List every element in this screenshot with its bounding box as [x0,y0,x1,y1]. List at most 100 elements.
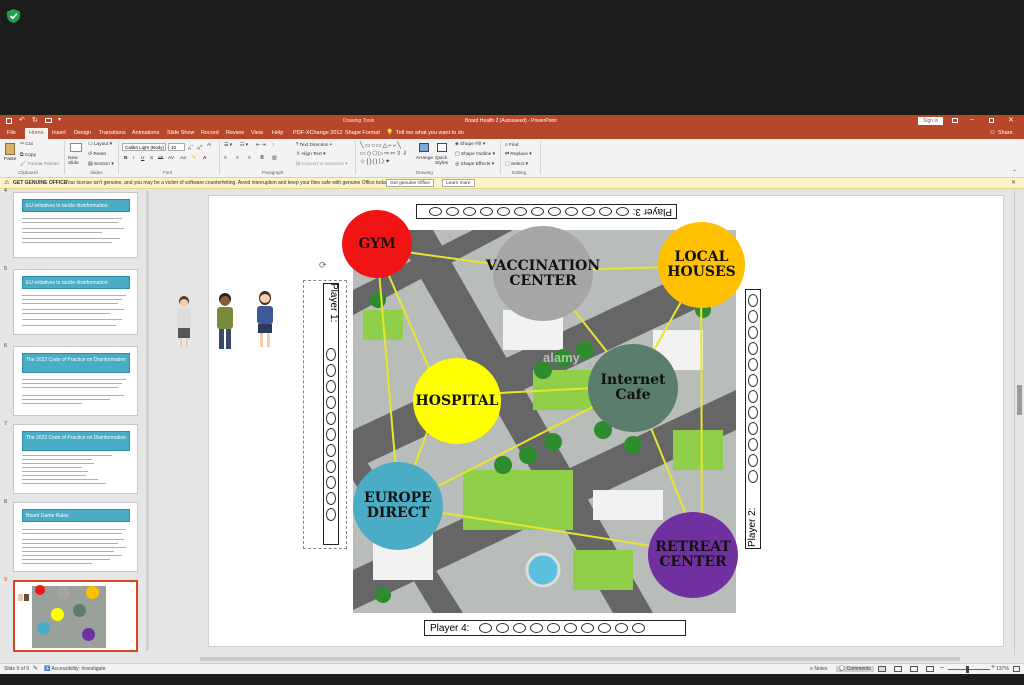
zoom-level[interactable]: 137% [996,666,1009,672]
comments-button[interactable]: 💬 Comments [836,666,874,672]
slide-sorter-icon[interactable] [894,666,902,672]
shadow-icon[interactable]: S [150,156,153,161]
highlight-icon[interactable]: ✎ [192,156,196,161]
align-text-button[interactable]: ⇳ Align Text ▾ [296,152,326,157]
tab-animations[interactable]: Animations [132,130,159,136]
tab-design[interactable]: Design [74,130,91,136]
new-slide-button[interactable]: New Slide [68,156,84,167]
font-size-select[interactable]: 10 [168,143,185,151]
tab-shape-format[interactable]: Shape Format [345,130,380,136]
paste-button[interactable]: Paste [4,157,16,162]
thumb-scrollbar[interactable] [146,191,149,651]
select-button[interactable]: ⬚ Select ▾ [505,162,528,167]
tab-help[interactable]: Help [272,130,283,136]
italic-icon[interactable]: I [133,156,134,161]
new-slide-icon[interactable] [70,143,82,152]
normal-view-icon[interactable] [878,666,886,672]
justify-icon[interactable]: ≣ [260,156,264,161]
numbering-icon[interactable]: ☷ ▾ [240,143,248,148]
player-1-track[interactable]: Player 1: [323,283,339,545]
player-4-track[interactable]: Player 4: [424,620,686,636]
layout-button[interactable]: ▭ Layout ▾ [88,142,112,147]
player-3-track[interactable]: Player 3: [416,204,677,219]
underline-icon[interactable]: U [141,156,144,161]
redo-icon[interactable]: ↻ [32,116,38,124]
quick-styles-button[interactable]: Quick Styles [435,156,451,167]
player-2-track[interactable]: Player 2: [745,289,761,549]
thumbnail-slide-7[interactable]: The 2022 Code of Practice on Disinformat… [13,424,138,494]
arrange-button[interactable]: Arrange [416,156,433,161]
tab-file[interactable]: File [7,130,16,136]
shape-outline-button[interactable]: ▢ Shape Outline ▾ [455,152,495,157]
shape-fill-button[interactable]: ◈ Shape Fill ▾ [455,142,485,147]
qat-more-icon[interactable]: ▾ [58,116,61,123]
clipboard-paste-icon[interactable] [5,143,15,155]
smartart-button[interactable]: ⊞ Convert to SmartArt ▾ [296,162,348,167]
quick-styles-icon[interactable] [437,143,447,152]
align-right-icon[interactable]: ≡ [248,156,251,161]
tab-review[interactable]: Review [226,130,244,136]
gym-node[interactable]: GYM [342,210,412,278]
tab-transitions[interactable]: Transitions [99,130,126,136]
reset-button[interactable]: ↺ Reset [88,152,106,157]
find-button[interactable]: ⌕ Find [505,142,518,148]
thumbnail-slide-4[interactable]: EU initiatives to tackle disinformation: [13,192,138,258]
tell-me-search[interactable]: Tell me what you want to do [396,130,464,136]
accessibility-status[interactable]: ♿ Accessibility: Investigate [44,666,106,672]
font-shrink-icon[interactable]: Av [197,143,202,152]
line-spacing-icon[interactable]: ↕ [272,143,274,148]
thumbnail-slide-9-selected[interactable] [13,580,138,652]
tab-view[interactable]: View [251,130,263,136]
spellcheck-icon[interactable]: ✎ [33,665,38,672]
align-center-icon[interactable]: ≡ [236,156,239,161]
bold-icon[interactable]: B [124,156,127,161]
internet-cafe-node[interactable]: Internet Cafe [588,344,678,432]
format-painter-button[interactable]: 🖌 Format Painter [20,162,59,167]
shapes-gallery[interactable]: ╲▭○▭△⌐⌐╲ ▭◇⬠▷⇨⇦⇧⇩ ☆{}()⟨⟩✦ [360,142,412,168]
share-icon[interactable]: ⚇ [990,130,995,136]
zoom-out-icon[interactable]: – [940,664,944,671]
europe-direct-node[interactable]: EUROPE DIRECT [353,462,443,550]
thumbnail-slide-5[interactable]: EU initiatives to tackle disinformation: [13,269,138,335]
undo-icon[interactable]: ↶ [19,116,25,124]
columns-icon[interactable]: ▥ [272,156,277,161]
font-name-select[interactable]: Calibri Light (Body) [122,143,166,151]
tab-insert[interactable]: Insert [52,130,66,136]
strikethrough-icon[interactable]: ab [158,156,163,161]
slideshow-icon[interactable] [926,666,934,672]
rotate-handle-icon[interactable]: ⟳ [319,260,327,271]
reading-view-icon[interactable] [910,666,918,672]
notes-button[interactable]: ≡ Notes [810,666,827,672]
maximize-icon[interactable] [989,118,994,123]
clear-format-icon[interactable]: A̸ [207,143,210,148]
close-icon[interactable]: ✕ [1008,116,1014,124]
spacing-icon[interactable]: AV [168,156,174,161]
zoom-in-icon[interactable]: + [991,664,995,671]
hospital-node[interactable]: HOSPITAL [413,358,501,444]
share-button[interactable]: Share [998,130,1013,136]
tab-pdf-xchange[interactable]: PDF-XChange 2012 [293,130,343,136]
vaccination-center-node[interactable]: VACCINATION CENTER [486,226,600,321]
save-icon[interactable] [6,118,12,124]
zoom-slider[interactable] [948,666,990,673]
bullets-icon[interactable]: ☰ ▾ [224,143,232,148]
warning-close-icon[interactable]: ✕ [1011,179,1016,186]
copy-button[interactable]: ⧉ Copy [20,152,36,158]
tab-record[interactable]: Record [201,130,219,136]
indent-icons[interactable]: ⇤ ⇥ [256,143,265,148]
present-icon[interactable] [45,118,52,123]
tab-slide-show[interactable]: Slide Show [167,130,195,136]
arrange-icon[interactable] [419,143,429,152]
collapse-ribbon-icon[interactable]: ⌃ [1012,169,1017,176]
text-direction-button[interactable]: ⤒ Text Direction ▾ [296,142,332,148]
local-houses-node[interactable]: LOCAL HOUSES [658,222,745,308]
get-genuine-button[interactable]: Get genuine Office [386,179,434,187]
ribbon-display-icon[interactable] [952,118,958,123]
learn-more-button[interactable]: Learn more [442,179,475,187]
minimize-icon[interactable]: – [970,116,974,123]
shape-effects-button[interactable]: ◎ Shape Effects ▾ [455,162,494,167]
thumbnail-slide-6[interactable]: The 2022 Code of Practice on Disinformat… [13,346,138,416]
section-button[interactable]: ▤ Section ▾ [88,162,114,167]
retreat-center-node[interactable]: RETREAT CENTER [648,512,738,598]
thumbnail-slide-8[interactable]: Board Game Rules [13,502,138,572]
